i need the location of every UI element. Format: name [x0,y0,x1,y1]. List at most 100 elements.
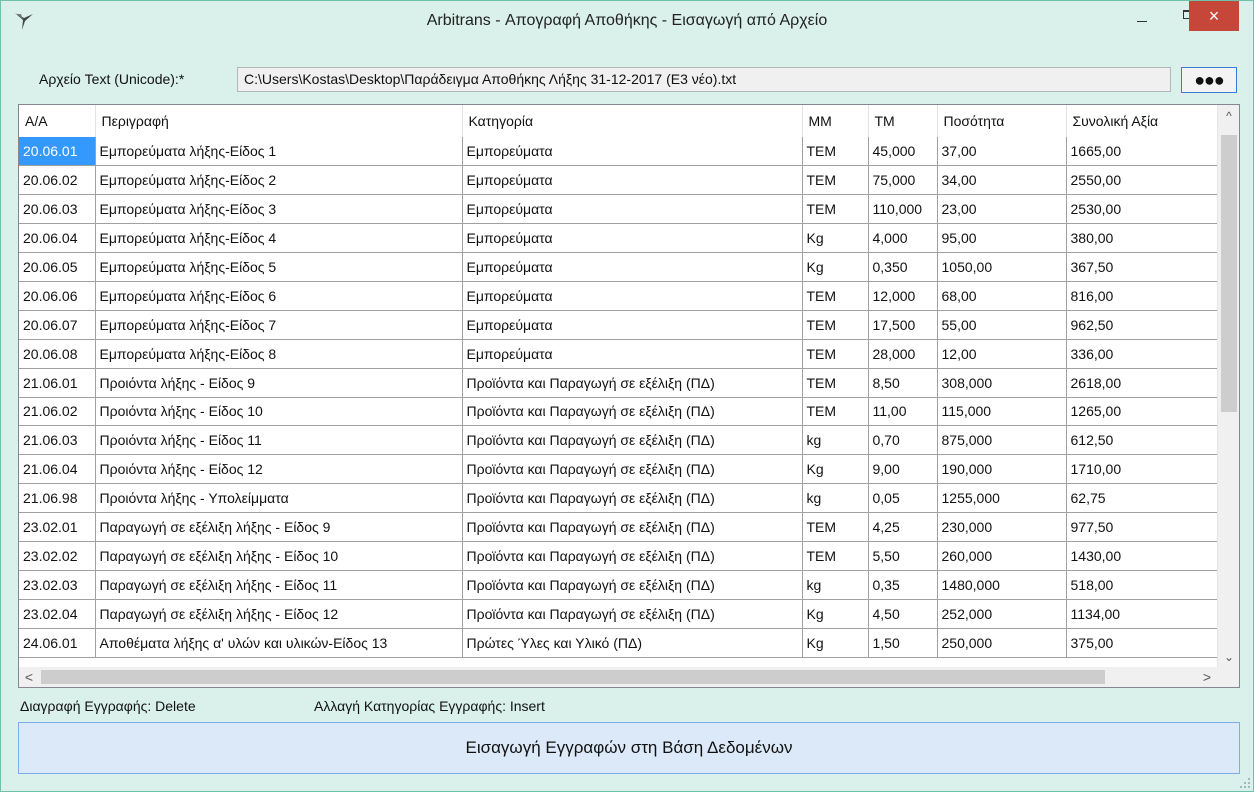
cell-total-value[interactable]: 2550,00 [1066,165,1218,196]
cell-category[interactable]: Προϊόντα και Παραγωγή σε εξέλιξη (ΠΔ) [462,368,803,398]
cell-description[interactable]: Εμπορεύματα λήξης-Είδος 5 [95,252,463,282]
cell-aa[interactable]: 20.06.05 [19,252,96,282]
cell-description[interactable]: Εμπορεύματα λήξης-Είδος 1 [95,137,463,167]
column-header-unit[interactable]: ΜΜ [802,105,869,137]
table-row[interactable]: 24.06.01 Αποθέματα λήξης α' υλών και υλικ… [19,628,1218,658]
column-header-category[interactable]: Κατηγορία [462,105,803,137]
cell-category[interactable]: Προϊόντα και Παραγωγή σε εξέλιξη (ΠΔ) [462,397,803,427]
cell-total-value[interactable]: 518,00 [1066,570,1218,600]
cell-total-value[interactable]: 1710,00 [1066,454,1218,485]
cell-unit-price[interactable]: 4,50 [868,599,938,629]
cell-description[interactable]: Προιόντα λήξης - Είδος 10 [95,397,463,427]
cell-unit-price[interactable]: 4,25 [868,512,938,542]
cell-total-value[interactable]: 816,00 [1066,281,1218,311]
cell-category[interactable]: Προϊόντα και Παραγωγή σε εξέλιξη (ΠΔ) [462,541,803,571]
cell-description[interactable]: Αποθέματα λήξης α' υλών και υλικών-Είδος… [95,628,463,658]
table-row[interactable]: 20.06.02 Εμπορεύματα λήξης-Είδος 2 Εμπορεύ… [19,165,1218,196]
cell-unit-price[interactable]: 5,50 [868,541,938,571]
table-row[interactable]: 21.06.02 Προιόντα λήξης - Είδος 10 Προϊόντ… [19,397,1218,427]
cell-unit-price[interactable]: 11,00 [868,397,938,427]
table-row[interactable]: 20.06.06 Εμπορεύματα λήξης-Είδος 6 Εμπορεύ… [19,281,1218,311]
horizontal-scroll-thumb[interactable] [41,670,1105,684]
cell-category[interactable]: Προϊόντα και Παραγωγή σε εξέλιξη (ΠΔ) [462,425,803,456]
cell-unit[interactable]: Kg [802,252,869,282]
cell-total-value[interactable]: 62,75 [1066,483,1218,514]
cell-quantity[interactable]: 68,00 [937,281,1067,311]
cell-category[interactable]: Εμπορεύματα [462,165,803,196]
table-row[interactable]: 20.06.03 Εμπορεύματα λήξης-Είδος 3 Εμπορεύ… [19,194,1218,225]
column-header-quantity[interactable]: Ποσότητα [937,105,1067,137]
cell-total-value[interactable]: 1265,00 [1066,397,1218,427]
cell-aa[interactable]: 21.06.03 [19,425,96,456]
cell-description[interactable]: Εμπορεύματα λήξης-Είδος 8 [95,339,463,369]
cell-unit-price[interactable]: 0,35 [868,570,938,600]
cell-description[interactable]: Εμπορεύματα λήξης-Είδος 7 [95,310,463,340]
table-row[interactable]: 21.06.01 Προιόντα λήξης - Είδος 9 Προϊόντα… [19,368,1218,398]
cell-aa[interactable]: 23.02.03 [19,570,96,600]
records-grid[interactable]: Α/Α Περιγραφή Κατηγορία ΜΜ ΤΜ Ποσότητα Σ… [18,104,1240,688]
cell-unit[interactable]: TEM [802,137,869,167]
table-row[interactable]: 21.06.03 Προιόντα λήξης - Είδος 11 Προϊόντ… [19,425,1218,456]
cell-category[interactable]: Εμπορεύματα [462,194,803,225]
cell-unit[interactable]: Kg [802,454,869,485]
cell-unit-price[interactable]: 4,000 [868,223,938,254]
cell-category[interactable]: Εμπορεύματα [462,281,803,311]
cell-aa[interactable]: 20.06.08 [19,339,96,369]
table-row[interactable]: 23.02.03 Παραγωγή σε εξέλιξη λήξης - Είδο… [19,570,1218,600]
cell-unit[interactable]: TEM [802,165,869,196]
cell-aa[interactable]: 21.06.04 [19,454,96,485]
table-row[interactable]: 23.02.04 Παραγωγή σε εξέλιξη λήξης - Είδο… [19,599,1218,629]
cell-category[interactable]: Εμπορεύματα [462,137,803,167]
cell-aa[interactable]: 24.06.01 [19,628,96,658]
cell-total-value[interactable]: 2530,00 [1066,194,1218,225]
cell-description[interactable]: Παραγωγή σε εξέλιξη λήξης - Είδος 9 [95,512,463,542]
cell-category[interactable]: Εμπορεύματα [462,339,803,369]
cell-aa[interactable]: 20.06.01 [19,137,96,167]
cell-description[interactable]: Εμπορεύματα λήξης-Είδος 4 [95,223,463,254]
cell-description[interactable]: Παραγωγή σε εξέλιξη λήξης - Είδος 12 [95,599,463,629]
cell-quantity[interactable]: 252,000 [937,599,1067,629]
cell-aa[interactable]: 23.02.01 [19,512,96,542]
cell-category[interactable]: Πρώτες Ύλες και Υλικό (ΠΔ) [462,628,803,658]
table-row[interactable]: 20.06.05 Εμπορεύματα λήξης-Είδος 5 Εμπορεύ… [19,252,1218,282]
vertical-scroll-thumb[interactable] [1221,135,1237,412]
cell-unit[interactable]: Kg [802,628,869,658]
cell-quantity[interactable]: 12,00 [937,339,1067,369]
cell-unit[interactable]: kg [802,570,869,600]
cell-unit-price[interactable]: 28,000 [868,339,938,369]
cell-quantity[interactable]: 37,00 [937,137,1067,167]
cell-aa[interactable]: 23.02.04 [19,599,96,629]
table-row[interactable]: 20.06.08 Εμπορεύματα λήξης-Είδος 8 Εμπορεύ… [19,339,1218,369]
cell-total-value[interactable]: 2618,00 [1066,368,1218,398]
cell-aa[interactable]: 21.06.01 [19,368,96,398]
import-records-button[interactable]: Εισαγωγή Εγγραφών στη Βάση Δεδομένων [18,722,1240,774]
browse-button[interactable]: ●●● [1181,67,1237,93]
cell-quantity[interactable]: 95,00 [937,223,1067,254]
cell-unit-price[interactable]: 0,05 [868,483,938,514]
cell-aa[interactable]: 20.06.07 [19,310,96,340]
cell-unit-price[interactable]: 75,000 [868,165,938,196]
cell-description[interactable]: Παραγωγή σε εξέλιξη λήξης - Είδος 11 [95,570,463,600]
cell-category[interactable]: Προϊόντα και Παραγωγή σε εξέλιξη (ΠΔ) [462,599,803,629]
title-bar[interactable]: Arbitrans - Απογραφή Αποθήκης - Εισαγωγή… [1,1,1253,41]
cell-unit-price[interactable]: 9,00 [868,454,938,485]
cell-total-value[interactable]: 1134,00 [1066,599,1218,629]
cell-unit[interactable]: TEM [802,397,869,427]
cell-quantity[interactable]: 230,000 [937,512,1067,542]
cell-unit-price[interactable]: 1,50 [868,628,938,658]
cell-unit[interactable]: TEM [802,368,869,398]
cell-description[interactable]: Προιόντα λήξης - Είδος 9 [95,368,463,398]
close-button[interactable]: × [1189,1,1239,31]
cell-description[interactable]: Παραγωγή σε εξέλιξη λήξης - Είδος 10 [95,541,463,571]
resize-grip-icon[interactable] [1239,777,1251,789]
scroll-left-icon[interactable]: < [19,667,39,687]
cell-unit[interactable]: TEM [802,310,869,340]
cell-unit[interactable]: TEM [802,541,869,571]
cell-category[interactable]: Προϊόντα και Παραγωγή σε εξέλιξη (ΠΔ) [462,512,803,542]
cell-unit[interactable]: TEM [802,194,869,225]
cell-category[interactable]: Εμπορεύματα [462,310,803,340]
cell-category[interactable]: Προϊόντα και Παραγωγή σε εξέλιξη (ΠΔ) [462,454,803,485]
cell-quantity[interactable]: 190,000 [937,454,1067,485]
horizontal-scrollbar[interactable]: < > [19,667,1239,687]
cell-quantity[interactable]: 1480,000 [937,570,1067,600]
